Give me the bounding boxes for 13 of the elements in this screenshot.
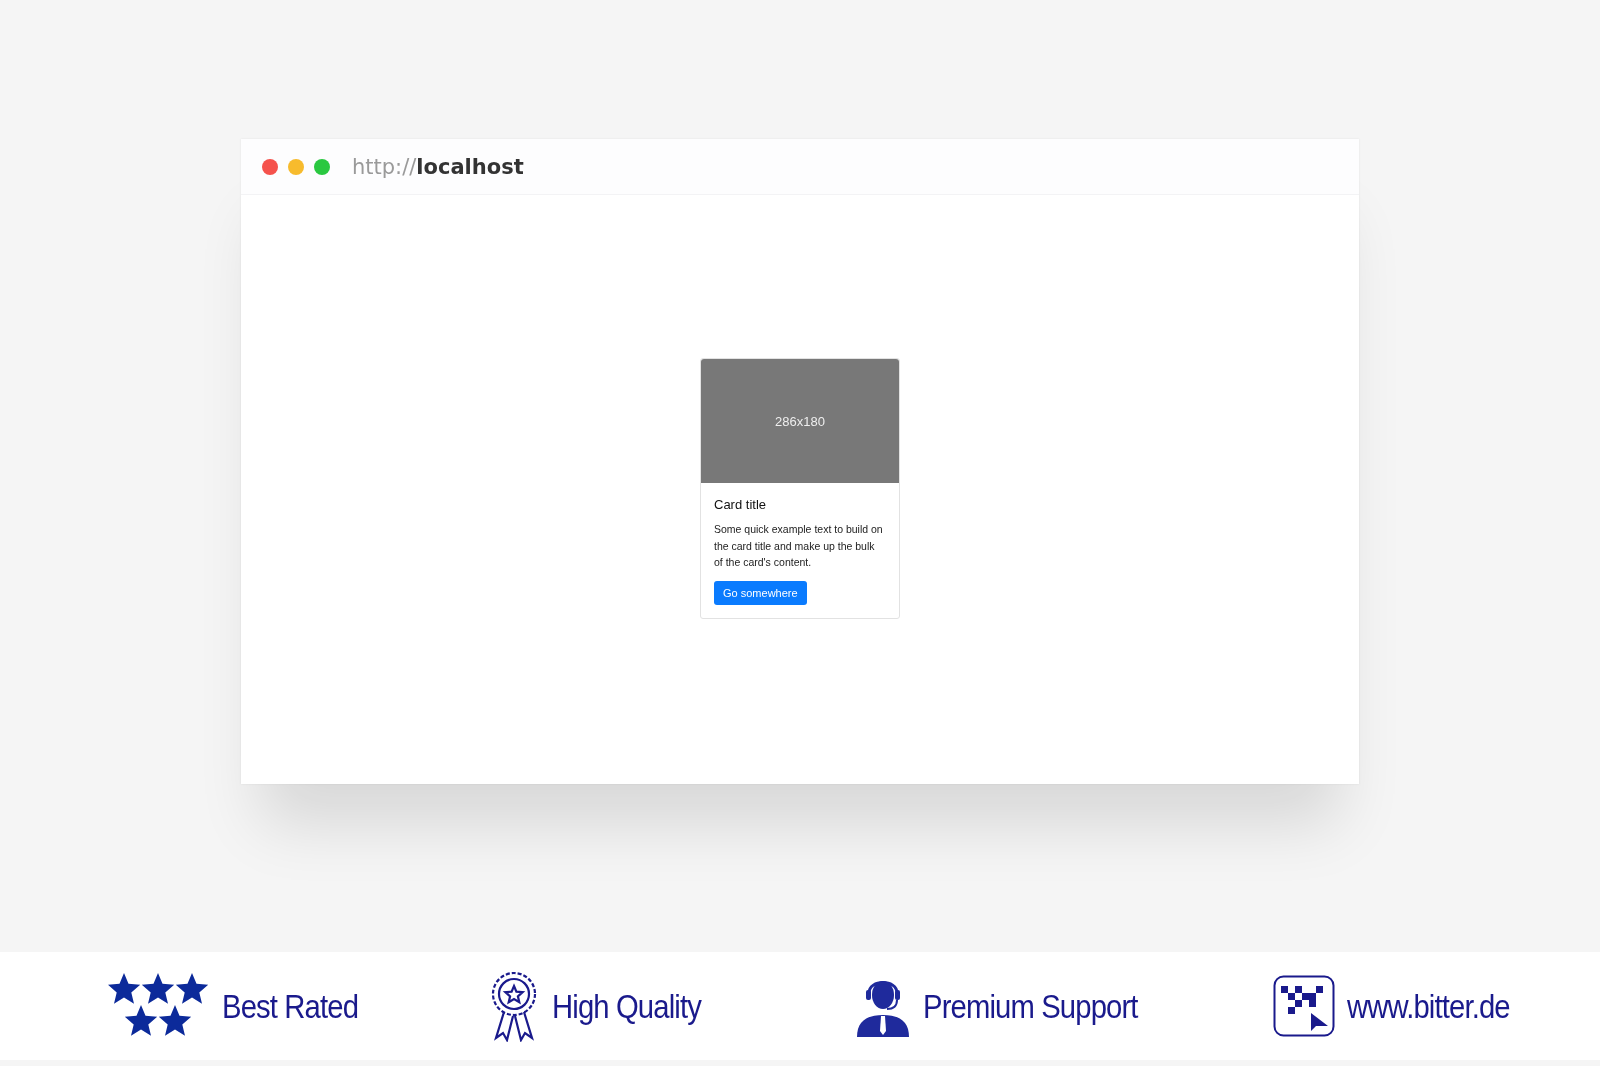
logo-icon <box>1272 975 1335 1037</box>
image-size-label: 286x180 <box>775 413 825 429</box>
url-text: http://localhost <box>352 154 524 179</box>
card-title: Card title <box>714 497 768 512</box>
close-button[interactable] <box>262 158 278 175</box>
badge-label: Best Rated <box>222 986 359 1026</box>
badge-label: High Quality <box>552 986 702 1026</box>
badge-label: Premium Support <box>923 986 1139 1026</box>
go-somewhere-button[interactable]: Go somewhere <box>714 580 807 605</box>
card-text: Some quick example text to build on the card title and make up the bulk of the card's content. <box>714 522 884 570</box>
minimize-button[interactable] <box>288 158 304 175</box>
maximize-button[interactable] <box>314 158 330 175</box>
badge-label: www.bitter.de <box>1346 986 1510 1026</box>
